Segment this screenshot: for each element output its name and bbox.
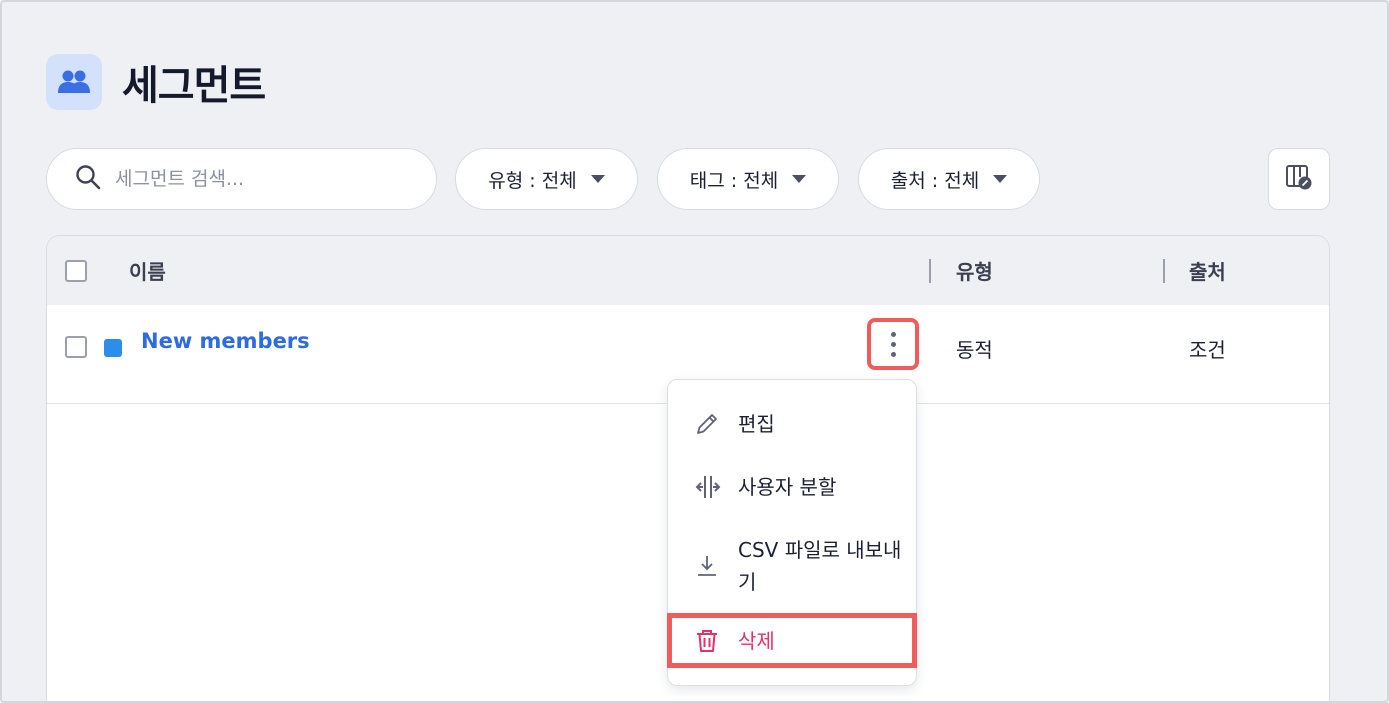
menu-item-export-csv[interactable]: CSV 파일로 내보내기 xyxy=(668,530,916,602)
row-checkbox[interactable] xyxy=(65,336,87,358)
column-divider xyxy=(929,259,931,283)
filter-source-label: 출처 : 전체 xyxy=(890,169,980,192)
menu-item-label: 사용자 분할 xyxy=(738,475,837,499)
delete-highlight-box xyxy=(667,613,917,668)
search-icon xyxy=(75,164,101,194)
row-actions-menu: 편집 사용자 분할 CSV 파일로 내보내기 삭제 xyxy=(667,379,917,686)
select-all-checkbox[interactable] xyxy=(65,260,87,282)
column-header-source[interactable]: 출처 xyxy=(1189,236,1226,305)
menu-item-label: CSV 파일로 내보내기 xyxy=(738,538,902,594)
pencil-icon xyxy=(694,411,720,437)
page: 세그먼트 유형 : 전체 태그 : 전체 출처 : 전체 xyxy=(0,0,1389,703)
menu-item-label: 편집 xyxy=(738,412,775,436)
menu-item-edit[interactable]: 편집 xyxy=(668,404,916,444)
kebab-dot xyxy=(890,331,896,337)
users-icon xyxy=(46,54,102,110)
caret-down-icon xyxy=(792,175,807,183)
table-header: 이름 유형 출처 xyxy=(47,236,1329,305)
column-divider xyxy=(1163,259,1165,283)
column-header-type[interactable]: 유형 xyxy=(956,236,993,305)
column-settings-button[interactable] xyxy=(1268,148,1330,210)
kebab-dot xyxy=(890,341,896,347)
kebab-dot xyxy=(890,351,896,357)
search-box[interactable] xyxy=(46,148,437,210)
caret-down-icon xyxy=(590,175,605,183)
filter-tag-label: 태그 : 전체 xyxy=(689,169,779,192)
filter-type[interactable]: 유형 : 전체 xyxy=(455,148,638,210)
page-title: 세그먼트 xyxy=(122,63,266,109)
filter-type-label: 유형 : 전체 xyxy=(488,169,577,192)
segment-source-cell: 조건 xyxy=(1189,338,1226,362)
search-input[interactable] xyxy=(115,168,415,190)
caret-down-icon xyxy=(993,175,1008,183)
segment-name-link[interactable]: New members xyxy=(141,329,310,353)
filter-tag[interactable]: 태그 : 전체 xyxy=(657,148,839,210)
segment-color-swatch xyxy=(104,339,122,357)
column-settings-icon xyxy=(1285,163,1313,195)
row-actions-button[interactable] xyxy=(867,318,919,370)
download-icon xyxy=(694,553,720,579)
filter-source[interactable]: 출처 : 전체 xyxy=(858,148,1040,210)
segment-type-cell: 동적 xyxy=(956,338,993,362)
menu-item-split-users[interactable]: 사용자 분할 xyxy=(668,467,916,507)
split-icon xyxy=(694,474,722,500)
column-header-name[interactable]: 이름 xyxy=(129,236,166,305)
